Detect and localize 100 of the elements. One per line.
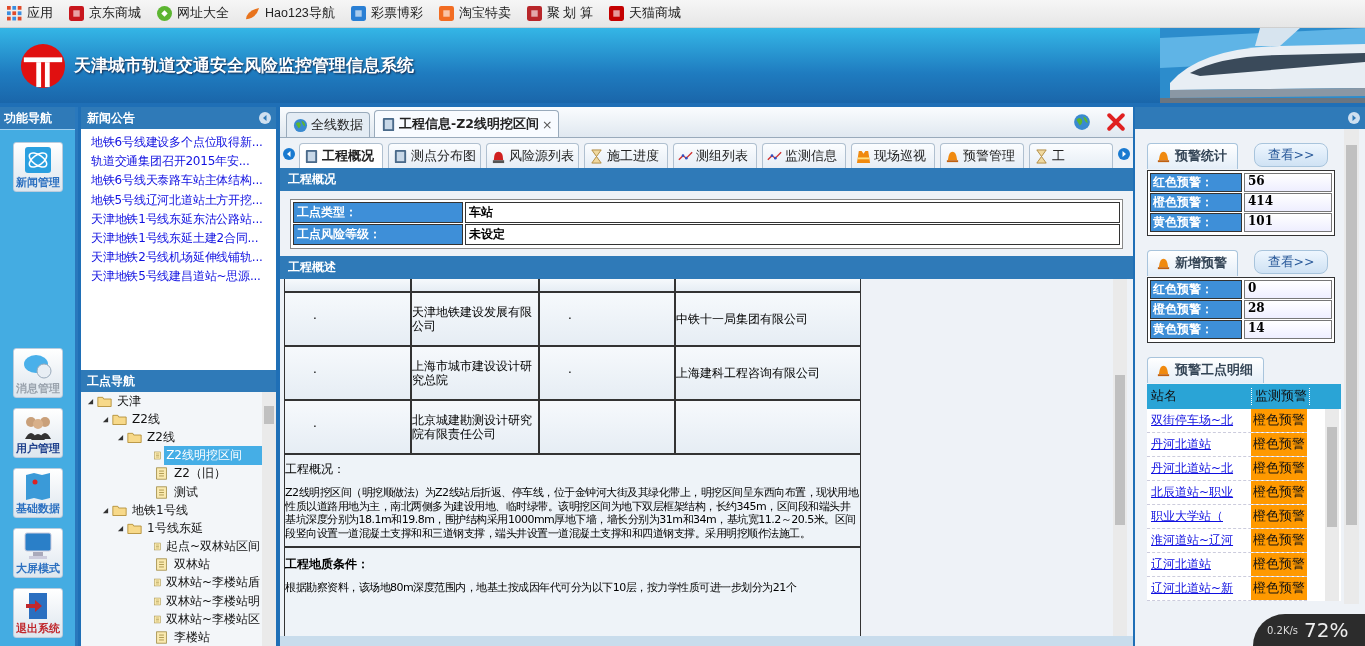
scroll-right-icon[interactable] [1118, 148, 1130, 160]
tree-item[interactable]: Z2（旧） [172, 464, 228, 484]
view-button[interactable]: 查看>> [1254, 143, 1328, 167]
folder-icon [97, 394, 112, 408]
globe-icon [293, 117, 308, 133]
nav-button[interactable]: 用户管理 [12, 408, 63, 458]
field-label: 黄色预警： [1150, 320, 1242, 339]
expander-icon[interactable] [102, 506, 109, 514]
news-link[interactable]: 天津地铁1号线东延东沽公路站... [91, 209, 276, 229]
panel-tab[interactable]: 新增预警 [1147, 250, 1238, 276]
panel-tab[interactable]: 预警统计 [1147, 143, 1238, 169]
tree-item[interactable]: 测试 [172, 482, 200, 502]
bookmark[interactable]: 彩票博彩 [350, 5, 423, 22]
close-icon[interactable] [1107, 113, 1125, 131]
tree-item[interactable]: 双林站~李楼站明 [163, 591, 262, 611]
news-link[interactable]: 地铁5号线辽河北道站土方开挖... [91, 190, 276, 210]
document-icon [154, 558, 169, 572]
station-link[interactable]: 淮河道站~辽河 [1151, 532, 1234, 549]
scrollbar[interactable] [1113, 279, 1127, 636]
field-value: 56 [1244, 173, 1332, 192]
bell-icon [1156, 256, 1171, 271]
tree-item[interactable]: 双林站~李楼站盾 [163, 573, 262, 593]
section-tab[interactable]: 施工进度 [584, 143, 668, 168]
station-link[interactable]: 辽河北道站~新 [1151, 580, 1234, 597]
expander-icon[interactable] [102, 415, 109, 423]
expander-icon[interactable] [117, 524, 124, 532]
scrollbar[interactable] [1325, 409, 1339, 601]
station-link[interactable]: 职业大学站（ [1151, 508, 1223, 525]
panel-tab[interactable]: 预警工点明细 [1147, 357, 1264, 383]
section-tab[interactable]: 工 [1029, 143, 1113, 168]
news-link[interactable]: 地铁6号线建设多个点位取得新... [91, 133, 276, 153]
nav-button[interactable]: 大屏模式 [12, 528, 63, 578]
station-link[interactable]: 丹河北道站 [1151, 436, 1211, 453]
upload-speed: 0.2K/s [1267, 624, 1299, 636]
table-cell: 上海建科工程咨询有限公司 [676, 366, 820, 380]
field-label: 橙色预警： [1150, 300, 1242, 319]
tree-item[interactable]: 李楼站 [172, 628, 212, 646]
news-link[interactable]: 轨道交通集团召开2015年安... [91, 152, 276, 172]
document-icon [154, 594, 161, 608]
collapse-icon[interactable] [259, 112, 271, 124]
section-tab[interactable]: 监测信息 [762, 143, 846, 168]
section-tab[interactable]: 现场巡视 [851, 143, 935, 168]
globe-icon[interactable] [1073, 113, 1091, 131]
section-tab[interactable]: 预警管理 [940, 143, 1024, 168]
nav-button[interactable]: 退出系统 [12, 588, 63, 638]
tree-item[interactable]: 起点~双林站区间 [163, 537, 262, 557]
station-link[interactable]: 北辰道站~职业 [1151, 484, 1234, 501]
scrollbar[interactable] [262, 392, 276, 646]
scrollbar[interactable] [1344, 129, 1359, 604]
field-label: 黄色预警： [1150, 213, 1242, 232]
folder-icon [112, 503, 127, 517]
tree-item[interactable]: 双林站 [172, 555, 212, 575]
station-link[interactable]: 辽河北道站 [1151, 556, 1211, 573]
bookmark[interactable]: 京东商城 [69, 5, 141, 22]
panel-title: 功能导航 [0, 107, 75, 130]
tab-label: 工程信息-Z2线明挖区间 [399, 115, 539, 133]
book-icon [393, 148, 408, 164]
page-tab[interactable]: 工程信息-Z2线明挖区间 × [374, 110, 560, 137]
alert-level: 橙色预警 [1251, 577, 1307, 600]
news-link[interactable]: 天津地铁5号线建昌道站~思源... [91, 267, 276, 287]
document-icon [154, 485, 169, 499]
nav-button[interactable]: 新闻管理 [12, 142, 63, 192]
bookmark[interactable]: Hao123导航 [245, 5, 335, 22]
expand-icon[interactable] [1348, 112, 1360, 124]
station-link[interactable]: 丹河北道站~北 [1151, 460, 1234, 477]
news-link[interactable]: 天津地铁1号线东延土建2合同... [91, 229, 276, 249]
section-tab[interactable]: 工程概况 [299, 143, 383, 168]
tree-item[interactable]: 1号线东延 [145, 518, 205, 538]
alert-level: 橙色预警 [1251, 529, 1307, 552]
close-icon[interactable]: × [541, 116, 553, 132]
alert-level: 橙色预警 [1251, 553, 1307, 576]
bookmark[interactable]: 天猫商城 [608, 5, 681, 22]
tree-item[interactable]: 地铁1号线 [130, 500, 190, 520]
section-tab[interactable]: 风险源列表 [486, 143, 579, 168]
book-icon [381, 116, 396, 132]
page-tab[interactable]: 全线数据 [286, 112, 370, 137]
section-tab[interactable]: 测点分布图 [388, 143, 481, 168]
field-label: 红色预警： [1150, 173, 1242, 192]
expander-icon[interactable] [87, 397, 94, 405]
nav-button[interactable]: 基础数据 [12, 468, 63, 518]
tree-item[interactable]: Z2线 [145, 427, 177, 447]
tree-item[interactable]: 双林站~李楼站区 [163, 609, 262, 629]
scroll-left-icon[interactable] [283, 148, 295, 160]
hourglass-icon [1034, 148, 1049, 164]
folder-icon [112, 412, 127, 426]
view-button[interactable]: 查看>> [1254, 250, 1328, 274]
station-link[interactable]: 双街停车场~北 [1151, 412, 1234, 429]
section-heading: 工程地质条件： [285, 556, 370, 573]
book-icon [304, 148, 319, 164]
bookmark[interactable]: 网址大全 [157, 5, 229, 22]
news-link[interactable]: 地铁6号线天泰路车站主体结构... [91, 171, 276, 191]
expander-icon[interactable] [117, 433, 124, 441]
bookmark[interactable]: 聚 划 算 [526, 5, 593, 22]
bookmark[interactable]: 淘宝特卖 [438, 5, 511, 22]
tree-item[interactable]: Z2线 [130, 409, 162, 429]
bookmark[interactable]: 应用 [7, 5, 53, 22]
horizontal-scrollbar[interactable] [280, 636, 1133, 646]
section-tab[interactable]: 测组列表 [673, 143, 757, 168]
tree-item[interactable]: 天津 [115, 392, 143, 411]
news-link[interactable]: 天津地铁2号线机场延伸线铺轨... [91, 248, 276, 268]
